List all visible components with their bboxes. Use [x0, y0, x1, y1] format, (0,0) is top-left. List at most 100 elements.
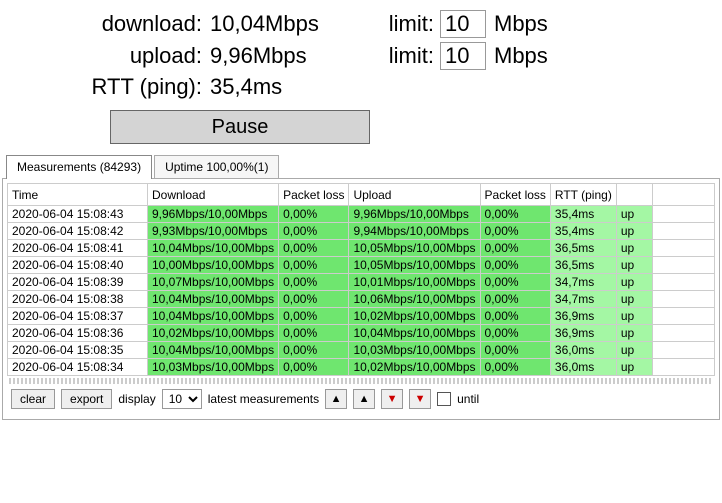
cell-download: 10,04Mbps/10,00Mbps	[148, 291, 279, 308]
nav-first-button[interactable]: ▲	[325, 389, 347, 409]
cell-rtt: 36,5ms	[550, 240, 616, 257]
cell-download: 10,07Mbps/10,00Mbps	[148, 274, 279, 291]
cell-upload: 10,05Mbps/10,00Mbps	[349, 240, 480, 257]
limit-download-label: limit:	[380, 11, 440, 37]
cell-upload: 9,96Mbps/10,00Mbps	[349, 206, 480, 223]
export-button[interactable]: export	[61, 389, 112, 409]
table-row[interactable]: 2020-06-04 15:08:3610,02Mbps/10,00Mbps0,…	[8, 325, 715, 342]
cell-upload: 9,94Mbps/10,00Mbps	[349, 223, 480, 240]
cell-download: 10,03Mbps/10,00Mbps	[148, 359, 279, 376]
bar-down-icon: ▼	[415, 393, 426, 405]
table-row[interactable]: 2020-06-04 15:08:3510,04Mbps/10,00Mbps0,…	[8, 342, 715, 359]
cell-rtt: 36,0ms	[550, 359, 616, 376]
splitter[interactable]	[9, 378, 713, 384]
cell-time: 2020-06-04 15:08:35	[8, 342, 148, 359]
table-row[interactable]: 2020-06-04 15:08:43 9,96Mbps/10,00Mbps0,0…	[8, 206, 715, 223]
cell-upload: 10,06Mbps/10,00Mbps	[349, 291, 480, 308]
pause-button[interactable]: Pause	[110, 110, 370, 144]
limit-download-unit: Mbps	[486, 11, 548, 37]
cell-rtt: 35,4ms	[550, 223, 616, 240]
cell-status: up	[616, 359, 652, 376]
table-row[interactable]: 2020-06-04 15:08:3410,03Mbps/10,00Mbps0,…	[8, 359, 715, 376]
limit-upload-unit: Mbps	[486, 43, 548, 69]
up-icon: ▲	[359, 393, 370, 405]
cell-packetloss-dl: 0,00%	[279, 359, 349, 376]
col-packetloss-ul[interactable]: Packet loss	[480, 184, 550, 206]
cell-upload: 10,02Mbps/10,00Mbps	[349, 308, 480, 325]
cell-status: up	[616, 223, 652, 240]
cell-packetloss-dl: 0,00%	[279, 342, 349, 359]
until-label: until	[457, 392, 479, 406]
cell-rtt: 36,5ms	[550, 257, 616, 274]
cell-time: 2020-06-04 15:08:34	[8, 359, 148, 376]
table-row[interactable]: 2020-06-04 15:08:4110,04Mbps/10,00Mbps0,…	[8, 240, 715, 257]
cell-packetloss-dl: 0,00%	[279, 291, 349, 308]
cell-blank	[652, 257, 714, 274]
cell-status: up	[616, 291, 652, 308]
table-row[interactable]: 2020-06-04 15:08:3910,07Mbps/10,00Mbps0,…	[8, 274, 715, 291]
cell-status: up	[616, 206, 652, 223]
limit-upload-label: limit:	[380, 43, 440, 69]
col-upload[interactable]: Upload	[349, 184, 480, 206]
cell-blank	[652, 308, 714, 325]
until-checkbox[interactable]	[437, 392, 451, 406]
cell-status: up	[616, 240, 652, 257]
cell-packetloss-ul: 0,00%	[480, 359, 550, 376]
download-label: download:	[10, 11, 210, 37]
cell-upload: 10,05Mbps/10,00Mbps	[349, 257, 480, 274]
cell-download: 9,93Mbps/10,00Mbps	[148, 223, 279, 240]
table-row[interactable]: 2020-06-04 15:08:4010,00Mbps/10,00Mbps0,…	[8, 257, 715, 274]
cell-packetloss-dl: 0,00%	[279, 223, 349, 240]
col-download[interactable]: Download	[148, 184, 279, 206]
cell-upload: 10,02Mbps/10,00Mbps	[349, 359, 480, 376]
cell-blank	[652, 291, 714, 308]
tab-measurements[interactable]: Measurements (84293)	[6, 155, 152, 179]
col-packetloss-dl[interactable]: Packet loss	[279, 184, 349, 206]
nav-last-button[interactable]: ▼	[409, 389, 431, 409]
cell-packetloss-ul: 0,00%	[480, 206, 550, 223]
nav-prev-button[interactable]: ▲	[353, 389, 375, 409]
cell-time: 2020-06-04 15:08:43	[8, 206, 148, 223]
cell-rtt: 36,0ms	[550, 342, 616, 359]
display-label: display	[118, 392, 155, 406]
cell-rtt: 34,7ms	[550, 274, 616, 291]
cell-upload: 10,01Mbps/10,00Mbps	[349, 274, 480, 291]
rtt-label: RTT (ping):	[10, 74, 210, 100]
cell-packetloss-dl: 0,00%	[279, 325, 349, 342]
cell-packetloss-ul: 0,00%	[480, 342, 550, 359]
limit-download-input[interactable]	[440, 10, 486, 38]
cell-status: up	[616, 342, 652, 359]
cell-rtt: 34,7ms	[550, 291, 616, 308]
clear-button[interactable]: clear	[11, 389, 55, 409]
cell-blank	[652, 274, 714, 291]
col-blank	[652, 184, 714, 206]
limit-upload-input[interactable]	[440, 42, 486, 70]
nav-next-button[interactable]: ▼	[381, 389, 403, 409]
rtt-value: 35,4ms	[210, 74, 380, 100]
col-rtt[interactable]: RTT (ping)	[550, 184, 616, 206]
table-row[interactable]: 2020-06-04 15:08:3710,04Mbps/10,00Mbps0,…	[8, 308, 715, 325]
cell-packetloss-dl: 0,00%	[279, 257, 349, 274]
table-row[interactable]: 2020-06-04 15:08:429,93Mbps/10,00Mbps0,0…	[8, 223, 715, 240]
cell-time: 2020-06-04 15:08:41	[8, 240, 148, 257]
cell-download: 10,04Mbps/10,00Mbps	[148, 342, 279, 359]
cell-blank	[652, 240, 714, 257]
tab-uptime[interactable]: Uptime 100,00%(1)	[154, 155, 279, 178]
cell-download: 10,04Mbps/10,00Mbps	[148, 308, 279, 325]
cell-time: 2020-06-04 15:08:39	[8, 274, 148, 291]
cell-time: 2020-06-04 15:08:38	[8, 291, 148, 308]
table-row[interactable]: 2020-06-04 15:08:3810,04Mbps/10,00Mbps0,…	[8, 291, 715, 308]
cell-packetloss-dl: 0,00%	[279, 206, 349, 223]
col-time[interactable]: Time	[8, 184, 148, 206]
cell-packetloss-dl: 0,00%	[279, 308, 349, 325]
cell-status: up	[616, 274, 652, 291]
cell-rtt: 35,4ms	[550, 206, 616, 223]
cell-status: up	[616, 325, 652, 342]
cell-download: 10,02Mbps/10,00Mbps	[148, 325, 279, 342]
display-count-select[interactable]: 10	[162, 389, 202, 409]
upload-label: upload:	[10, 43, 210, 69]
col-status[interactable]	[616, 184, 652, 206]
upload-value: 9,96Mbps	[210, 43, 380, 69]
cell-packetloss-ul: 0,00%	[480, 223, 550, 240]
cell-packetloss-ul: 0,00%	[480, 257, 550, 274]
